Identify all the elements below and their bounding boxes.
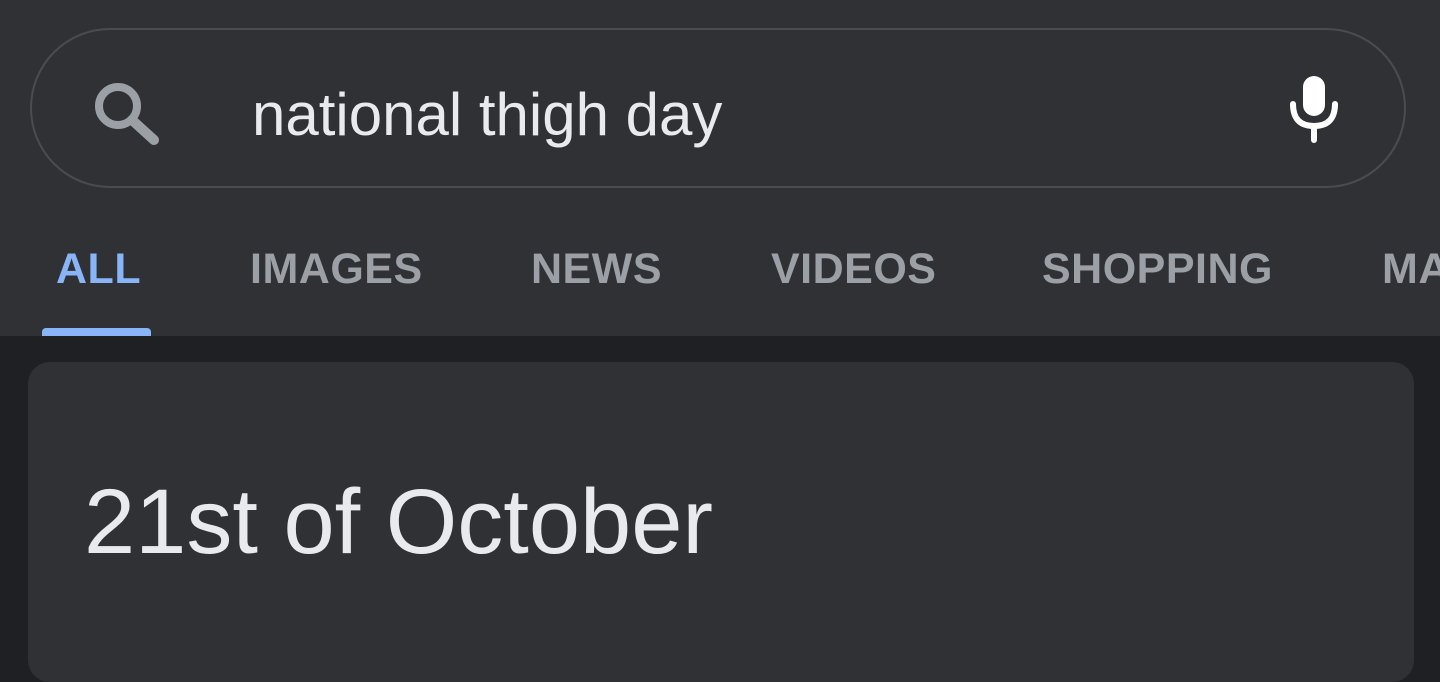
- tab-news[interactable]: NEWS: [531, 244, 662, 294]
- tab-all[interactable]: ALL: [56, 244, 141, 294]
- top-bar: national thigh day ALL IMAGES NEWS VIDEO…: [0, 0, 1440, 336]
- mic-icon[interactable]: [1284, 74, 1344, 144]
- tab-images[interactable]: IMAGES: [250, 244, 423, 294]
- search-icon[interactable]: [88, 78, 164, 148]
- search-tabs: ALL IMAGES NEWS VIDEOS SHOPPING MA: [0, 230, 1440, 336]
- search-input[interactable]: national thigh day: [252, 80, 722, 150]
- answer-card: 21st of October: [28, 362, 1414, 682]
- tab-videos[interactable]: VIDEOS: [771, 244, 937, 294]
- active-tab-indicator: [42, 328, 151, 336]
- tab-maps[interactable]: MA: [1382, 244, 1440, 294]
- answer-text: 21st of October: [84, 471, 713, 573]
- tab-shopping[interactable]: SHOPPING: [1042, 244, 1273, 294]
